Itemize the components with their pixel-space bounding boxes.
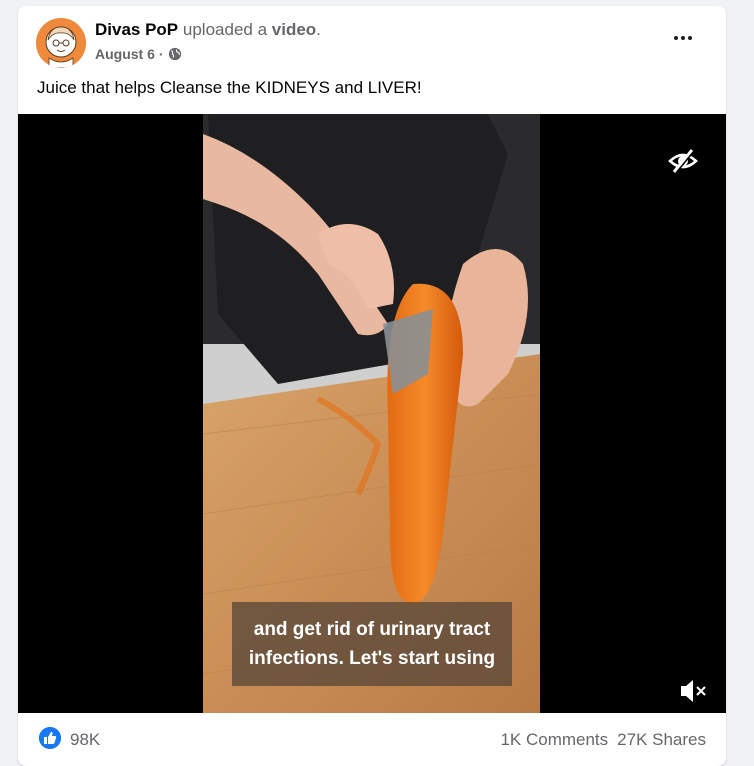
more-options-button[interactable] [668, 28, 698, 48]
eye-slash-icon [668, 149, 698, 174]
action-suffix: . [316, 20, 321, 39]
post-header-line: Divas PoP uploaded a video. [95, 20, 321, 40]
more-dot [674, 36, 678, 40]
globe-icon [168, 47, 181, 61]
comments-count[interactable]: 1K Comments [500, 730, 608, 750]
mute-toggle-button[interactable] [678, 676, 708, 706]
reaction-count[interactable]: 98K [70, 730, 100, 750]
video-player[interactable]: and get rid of urinary tract infections.… [18, 114, 726, 713]
action-prefix: uploaded a [182, 20, 268, 39]
shares-count[interactable]: 27K Shares [617, 730, 706, 750]
more-dot [688, 36, 692, 40]
like-reaction-icon[interactable] [39, 727, 61, 749]
subtitle-line-1: and get rid of urinary tract [253, 619, 491, 640]
avatar-lady-icon [36, 18, 86, 68]
page-avatar[interactable] [36, 18, 86, 68]
action-object-link[interactable]: video [272, 20, 316, 39]
engagement-stats: 1K Comments 27K Shares [500, 730, 706, 750]
hide-video-button[interactable] [666, 144, 700, 178]
post-caption: Juice that helps Cleanse the KIDNEYS and… [37, 78, 422, 97]
more-dot [681, 36, 685, 40]
author-name[interactable]: Divas PoP [95, 20, 178, 39]
meta-separator: · [158, 46, 164, 62]
thumbs-up-icon [39, 727, 61, 749]
video-subtitle: and get rid of urinary tract infections.… [232, 602, 512, 686]
post-footer: 98K 1K Comments 27K Shares [18, 713, 726, 766]
post-meta: August 6 · [95, 46, 182, 62]
post-card: Divas PoP uploaded a video. August 6 · J… [18, 6, 726, 766]
speaker-muted-icon [681, 680, 706, 702]
post-date[interactable]: August 6 [95, 46, 155, 62]
subtitle-line-2: infections. Let's start using [248, 648, 496, 669]
